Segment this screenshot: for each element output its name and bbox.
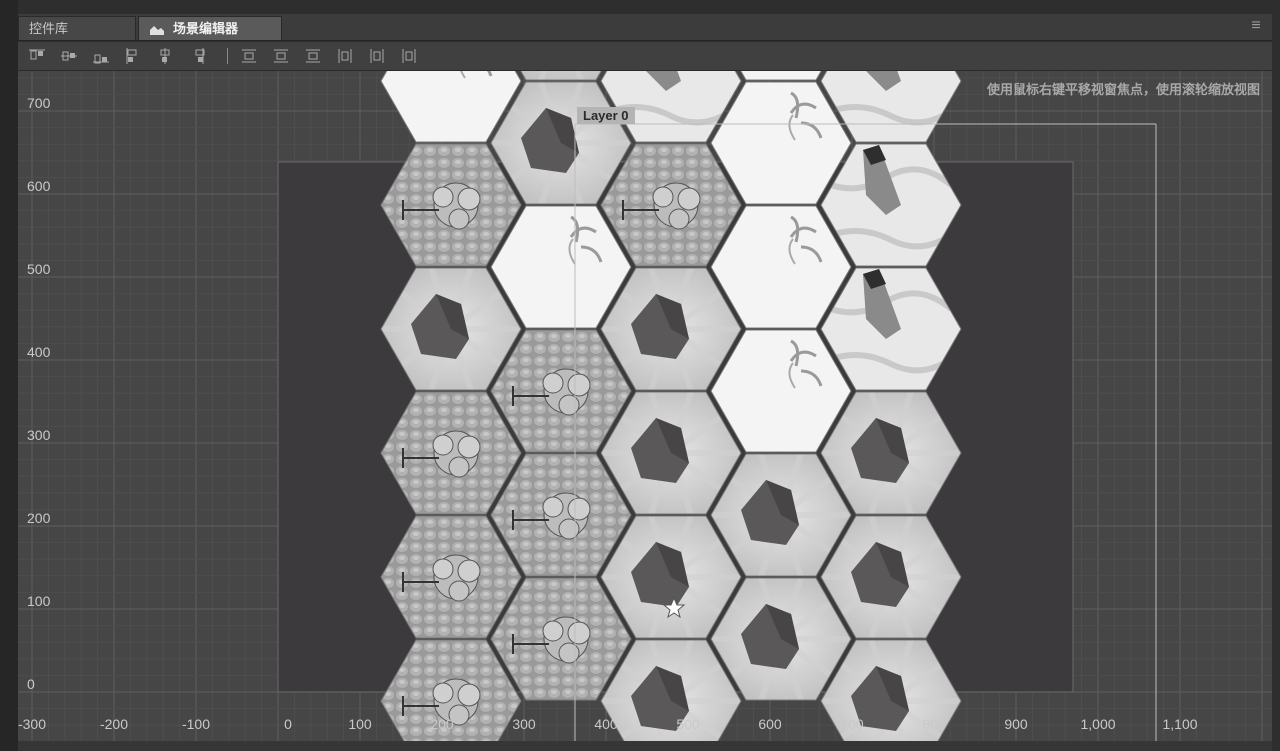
scene-canvas[interactable] — [18, 71, 1272, 741]
y-axis-label: 300 — [27, 427, 51, 443]
left-panel-edge — [0, 0, 18, 751]
x-axis-label: 100 — [348, 716, 372, 732]
distribute-horizontal-center-icon[interactable] — [368, 47, 386, 65]
distribute-top-icon[interactable] — [240, 47, 258, 65]
align-horizontal-center-icon[interactable] — [156, 47, 174, 65]
tab-bar: 控件库 场景编辑器 ≡ — [18, 14, 1272, 41]
toolbar-separator — [227, 48, 228, 64]
tile-map[interactable] — [380, 71, 962, 741]
y-axis-label: 700 — [27, 95, 51, 111]
align-left-icon[interactable] — [124, 47, 142, 65]
hamburger-menu-icon[interactable]: ≡ — [1248, 18, 1264, 34]
align-vertical-center-icon[interactable] — [60, 47, 78, 65]
x-axis-label: 0 — [284, 716, 292, 732]
scene-editor-window: 控件库 场景编辑器 ≡ 使用鼠标右键平移视窗焦点，使用滚轮缩放视图 Layer … — [0, 0, 1280, 751]
tab-label: 控件库 — [29, 21, 69, 36]
x-axis-label: 1,000 — [1080, 716, 1116, 732]
y-axis-label: 600 — [27, 178, 51, 194]
viewport-hint: 使用鼠标右键平移视窗焦点，使用滚轮缩放视图 — [986, 82, 1260, 97]
distribute-right-icon[interactable] — [400, 47, 418, 65]
distribute-left-icon[interactable] — [336, 47, 354, 65]
x-axis-label: 600 — [758, 716, 782, 732]
tab-scene-editor[interactable]: 场景编辑器 — [138, 16, 282, 40]
alignment-toolbar — [18, 42, 1272, 71]
scene-icon — [150, 25, 164, 35]
viewport-bottom-edge — [18, 741, 1272, 751]
y-axis-label: 500 — [27, 261, 51, 277]
x-axis-label: 900 — [1004, 716, 1028, 732]
y-axis-label: 100 — [27, 593, 51, 609]
layer-label[interactable]: Layer 0 — [577, 107, 635, 124]
x-axis-label: 300 — [512, 716, 536, 732]
x-axis-label: -300 — [18, 716, 47, 732]
x-axis-label: -200 — [99, 716, 129, 732]
x-axis-label: 400 — [594, 716, 618, 732]
distribute-bottom-icon[interactable] — [304, 47, 322, 65]
distribute-vertical-center-icon[interactable] — [272, 47, 290, 65]
y-axis-label: 400 — [27, 344, 51, 360]
align-right-icon[interactable] — [188, 47, 206, 65]
align-bottom-icon[interactable] — [92, 47, 110, 65]
align-top-icon[interactable] — [28, 47, 46, 65]
x-axis-label: 800 — [922, 716, 946, 732]
x-axis-label: 700 — [840, 716, 864, 732]
y-axis-label: 0 — [27, 676, 35, 692]
tab-label: 场景编辑器 — [173, 21, 239, 36]
tab-widget-library[interactable]: 控件库 — [18, 16, 136, 40]
scene-viewport[interactable]: 使用鼠标右键平移视窗焦点，使用滚轮缩放视图 Layer 0 700 600 500 4… — [18, 71, 1272, 741]
x-axis-label: 200 — [430, 716, 454, 732]
y-axis-label: 200 — [27, 510, 51, 526]
x-axis-label: -100 — [181, 716, 211, 732]
x-axis-label: 1,100 — [1162, 716, 1198, 732]
x-axis-label: 500 — [676, 716, 700, 732]
